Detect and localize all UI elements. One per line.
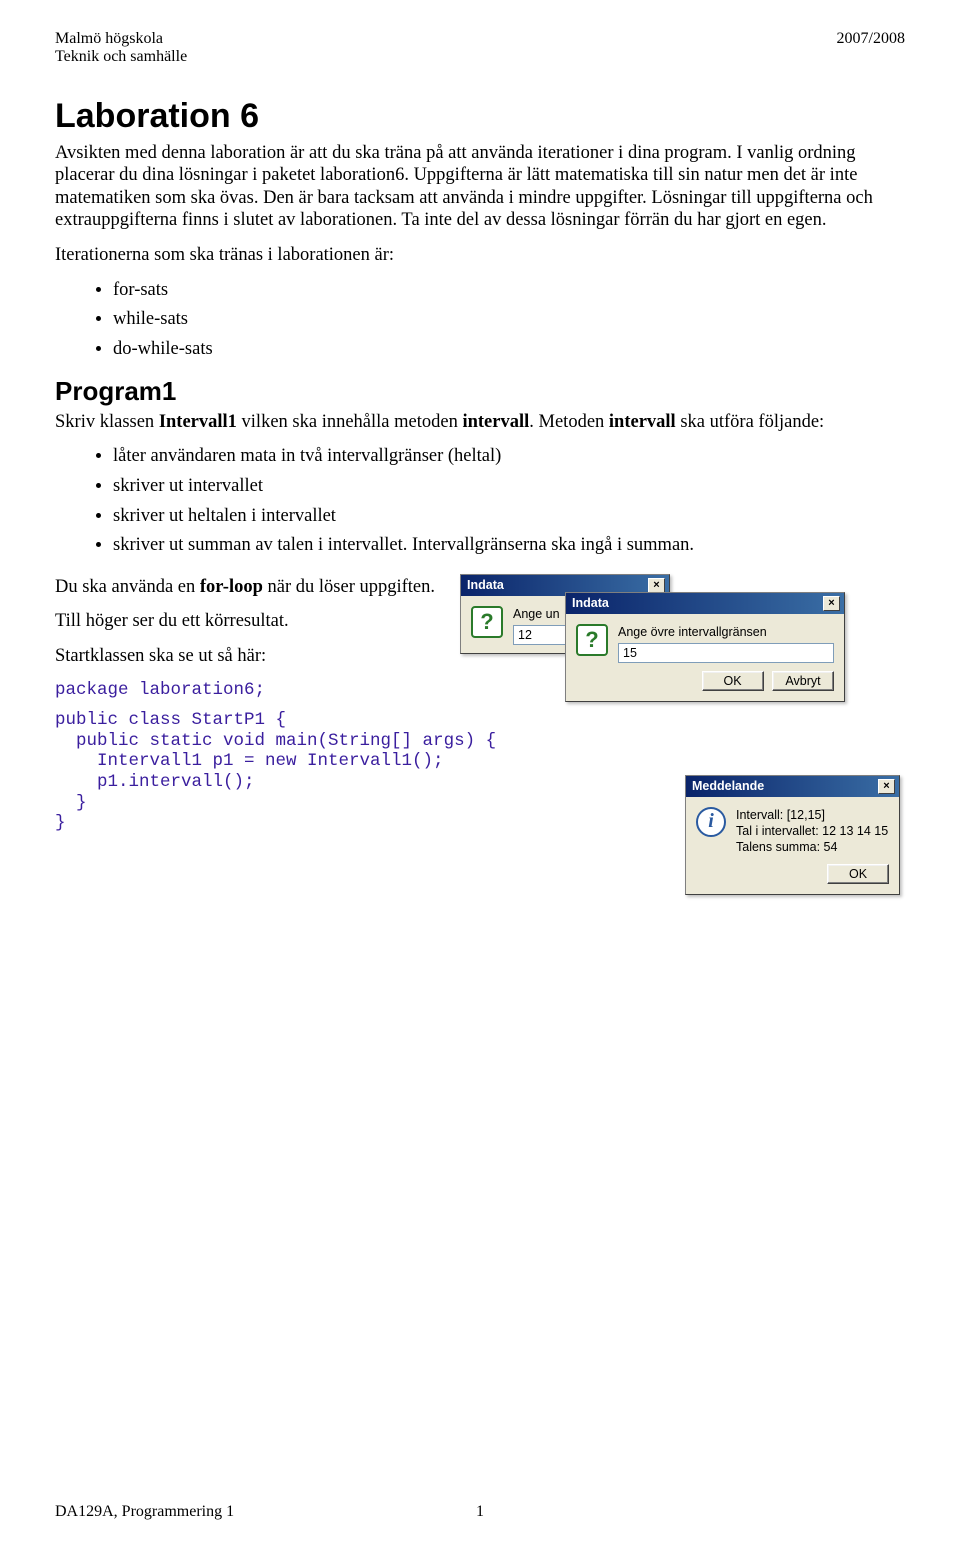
question-icon: ? bbox=[471, 606, 503, 638]
list-item: låter användaren mata in två intervallgr… bbox=[113, 445, 905, 469]
question-icon: ? bbox=[576, 624, 608, 656]
program1-heading: Program1 bbox=[55, 376, 905, 407]
footer-course: DA129A, Programmering 1 bbox=[55, 1503, 234, 1521]
page-footer: DA129A, Programmering 1 1 bbox=[55, 1503, 905, 1521]
program1-steps: låter användaren mata in två intervallgr… bbox=[55, 445, 905, 558]
page-title: Laboration 6 bbox=[55, 97, 905, 136]
dialog-titlebar: Meddelande × bbox=[686, 776, 899, 797]
dialog-input[interactable]: 15 bbox=[618, 643, 834, 663]
intro-paragraph-1: Avsikten med denna laboration är att du … bbox=[55, 142, 905, 232]
dialog-title: Meddelande bbox=[692, 779, 764, 793]
dialog-titlebar: Indata × bbox=[566, 593, 844, 614]
close-icon[interactable]: × bbox=[823, 596, 840, 611]
dialog-title: Indata bbox=[467, 578, 504, 592]
message-line: Talens summa: 54 bbox=[736, 839, 889, 855]
header-department: Teknik och samhälle bbox=[55, 48, 187, 66]
code-package-line: package laboration6; bbox=[55, 680, 452, 701]
list-item: for-sats bbox=[113, 279, 905, 303]
list-item: do-while-sats bbox=[113, 338, 905, 362]
input-dialog-2: Indata × ? Ange övre intervallgränsen 15… bbox=[565, 592, 845, 702]
close-icon[interactable]: × bbox=[878, 779, 895, 794]
program1-description: Skriv klassen Intervall1 vilken ska inne… bbox=[55, 411, 905, 434]
message-line: Tal i intervallet: 12 13 14 15 bbox=[736, 823, 889, 839]
intro-paragraph-2: Iterationerna som ska tränas i laboratio… bbox=[55, 244, 905, 267]
header-right: 2007/2008 bbox=[837, 30, 905, 67]
footer-page-number: 1 bbox=[476, 1503, 484, 1521]
message-line: Intervall: [12,15] bbox=[736, 807, 889, 823]
cancel-button[interactable]: Avbryt bbox=[772, 671, 834, 691]
startclass-note: Startklassen ska se ut så här: bbox=[55, 645, 452, 668]
header-year: 2007/2008 bbox=[837, 30, 905, 48]
ok-button[interactable]: OK bbox=[702, 671, 764, 691]
message-dialog: Meddelande × i Intervall: [12,15] Tal i … bbox=[685, 775, 900, 895]
close-icon[interactable]: × bbox=[648, 578, 665, 593]
info-icon: i bbox=[696, 807, 726, 837]
see-right-note: Till höger ser du ett körresultat. bbox=[55, 610, 452, 633]
list-item: while-sats bbox=[113, 308, 905, 332]
dialog-stack: Indata × ? Ange un 12 Indata bbox=[460, 574, 905, 769]
list-item: skriver ut summan av talen i intervallet… bbox=[113, 534, 905, 558]
header-school: Malmö högskola bbox=[55, 30, 187, 48]
ok-button[interactable]: OK bbox=[827, 864, 889, 884]
list-item: skriver ut intervallet bbox=[113, 475, 905, 499]
dialog-title: Indata bbox=[572, 596, 609, 610]
iteration-list: for-sats while-sats do-while-sats bbox=[55, 279, 905, 362]
header-left: Malmö högskola Teknik och samhälle bbox=[55, 30, 187, 67]
forloop-note: Du ska använda en for-loop när du löser … bbox=[55, 576, 452, 599]
page-header: Malmö högskola Teknik och samhälle 2007/… bbox=[55, 30, 905, 67]
dialog-prompt: Ange övre intervallgränsen bbox=[618, 624, 834, 640]
list-item: skriver ut heltalen i intervallet bbox=[113, 505, 905, 529]
code-class-block: public class StartP1 { public static voi… bbox=[55, 710, 452, 834]
